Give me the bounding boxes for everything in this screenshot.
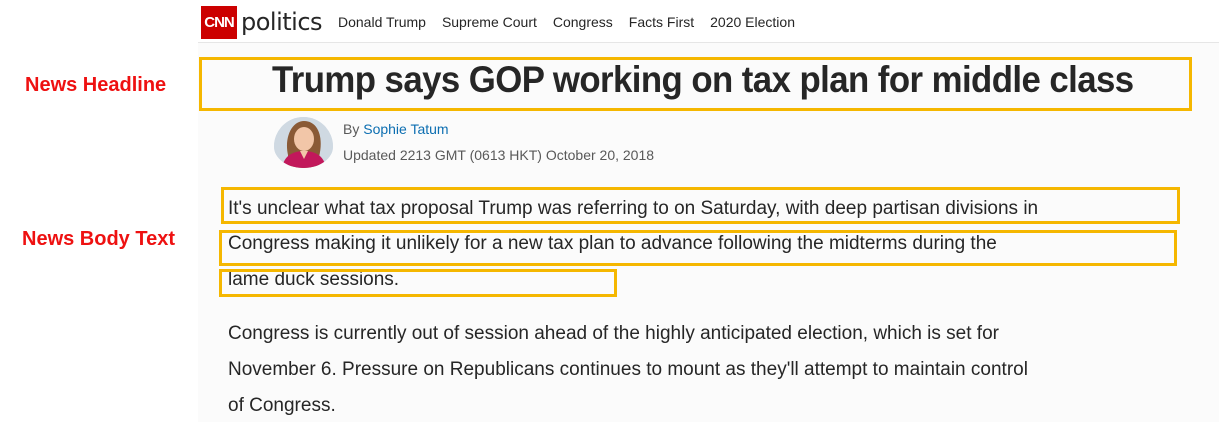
- updated-timestamp: Updated 2213 GMT (0613 HKT) October 20, …: [343, 147, 655, 163]
- author-avatar[interactable]: [274, 117, 333, 168]
- nav-link-facts-first[interactable]: Facts First: [629, 14, 694, 30]
- cnn-logo[interactable]: CNN: [201, 6, 237, 39]
- nav-link-2020-election[interactable]: 2020 Election: [710, 14, 795, 30]
- author-link[interactable]: Sophie Tatum: [363, 121, 448, 137]
- author-photo-icon: [274, 117, 333, 168]
- news-body-annotation-label: News Body Text: [22, 228, 175, 250]
- body-paragraph-2-line-3: of Congress.: [228, 395, 336, 416]
- body-line-1-highlight-box: [221, 187, 1180, 224]
- nav-link-donald-trump[interactable]: Donald Trump: [338, 14, 426, 30]
- byline: By Sophie Tatum: [343, 121, 449, 138]
- body-line-3-highlight-box: [219, 269, 617, 297]
- body-paragraph-2-line-2: November 6. Pressure on Republicans cont…: [228, 359, 1028, 380]
- body-line-2-highlight-box: [219, 230, 1177, 266]
- body-paragraph-2-line-1: Congress is currently out of session ahe…: [228, 323, 999, 344]
- headline-highlight-box: [199, 57, 1192, 111]
- nav-links: Donald Trump Supreme Court Congress Fact…: [338, 14, 811, 30]
- section-title[interactable]: politics: [241, 6, 323, 38]
- nav-link-supreme-court[interactable]: Supreme Court: [442, 14, 537, 30]
- news-headline-annotation-label: News Headline: [25, 74, 167, 96]
- byline-prefix: By: [343, 121, 360, 137]
- nav-link-congress[interactable]: Congress: [553, 14, 613, 30]
